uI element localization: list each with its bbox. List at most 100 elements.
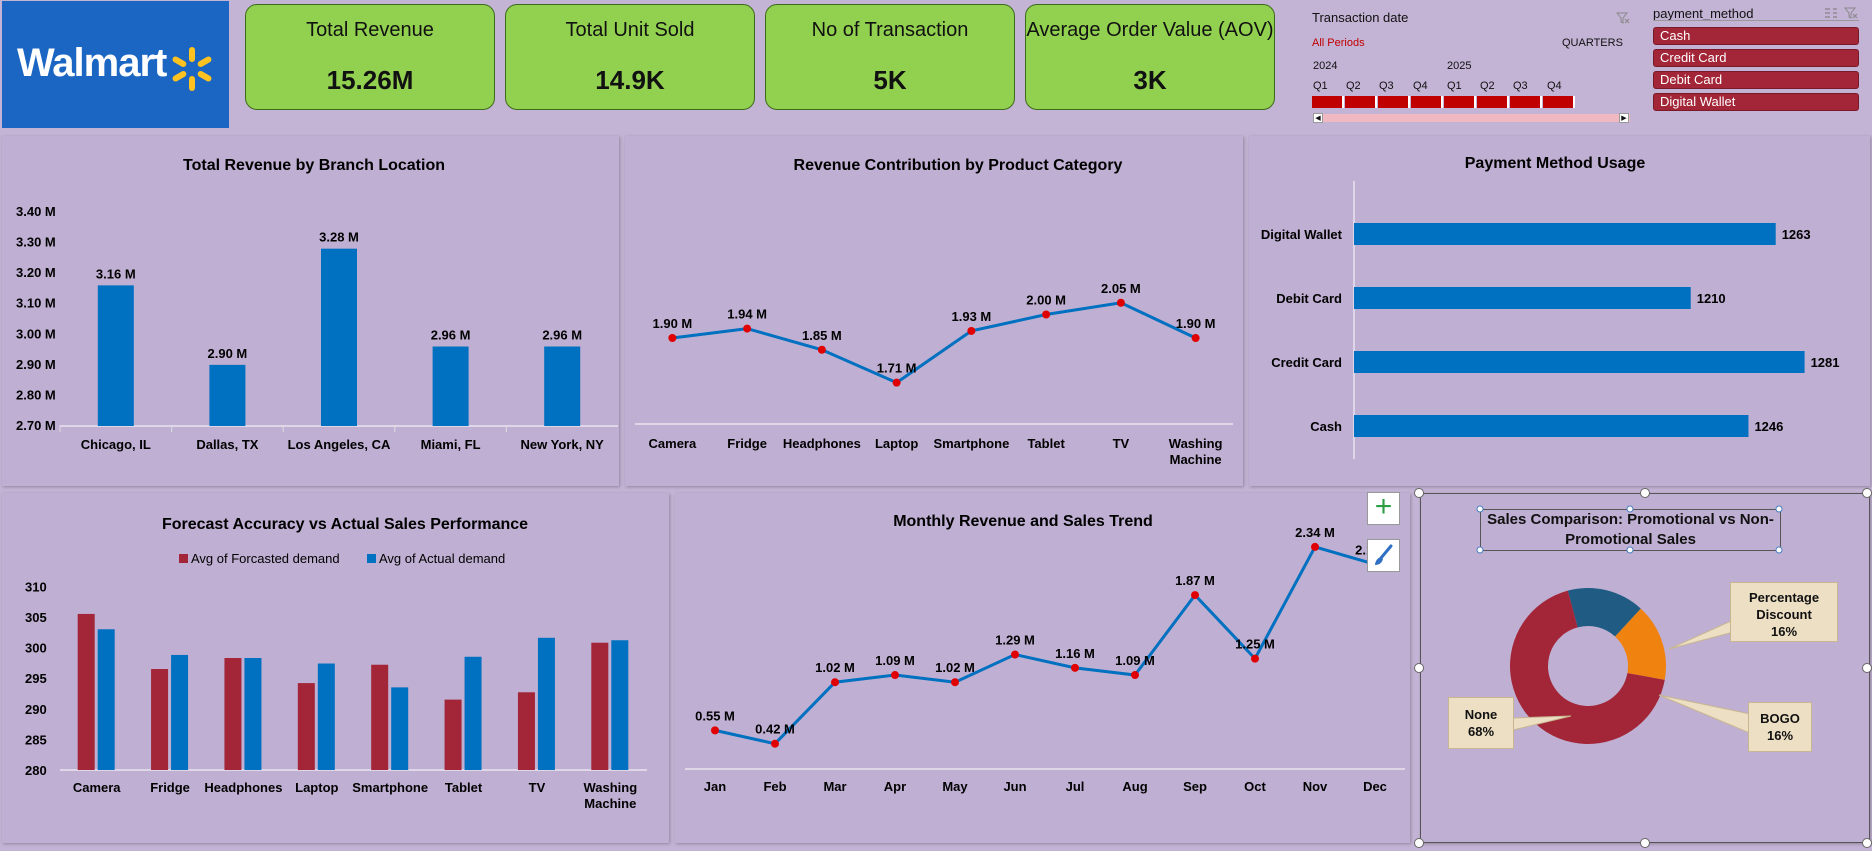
x-tick-label: Jan bbox=[704, 779, 726, 794]
timeline-segment[interactable] bbox=[1510, 96, 1542, 108]
title-handle bbox=[1775, 546, 1783, 554]
data-point bbox=[1071, 663, 1079, 672]
resize-handle[interactable] bbox=[1640, 488, 1650, 498]
timeline-segment[interactable] bbox=[1444, 96, 1476, 108]
data-point bbox=[711, 726, 719, 735]
promo-sales-panel[interactable]: Sales Comparison: Promotional vs Non-Pro… bbox=[1420, 493, 1870, 843]
timeline-segment[interactable] bbox=[1411, 96, 1443, 108]
slicer-item-credit-card[interactable]: Credit Card bbox=[1653, 49, 1859, 67]
data-label: 2.96 M bbox=[431, 328, 471, 343]
x-tick-label: Jun bbox=[1003, 779, 1026, 794]
y-tick-label: 3.40 M bbox=[16, 204, 56, 219]
timeline-quarter: Q2 bbox=[1346, 80, 1361, 92]
x-tick-label: Nov bbox=[1303, 779, 1328, 794]
spark-icon bbox=[172, 47, 212, 91]
chart-styles-button[interactable] bbox=[1367, 539, 1400, 572]
category-revenue-panel[interactable]: Revenue Contribution by Product Category… bbox=[625, 136, 1243, 486]
timeline-segment[interactable] bbox=[1378, 96, 1410, 108]
data-label: 1.90 M bbox=[1176, 316, 1216, 331]
y-tick-label: 3.30 M bbox=[16, 235, 56, 250]
bar-forecast bbox=[77, 613, 95, 770]
timeline-segment[interactable] bbox=[1543, 96, 1575, 108]
kpi-transactions: No of Transaction 5K bbox=[765, 4, 1015, 110]
timeline-quarter: Q1 bbox=[1313, 80, 1328, 92]
logo-text: Walmart bbox=[17, 41, 167, 85]
data-label: 1246 bbox=[1754, 419, 1783, 434]
callout-bogo: BOGO 16% bbox=[1748, 702, 1812, 752]
scroll-right-button[interactable]: ▶ bbox=[1619, 113, 1629, 123]
slicer-item-cash[interactable]: Cash bbox=[1653, 27, 1859, 45]
callout-none: None 68% bbox=[1448, 697, 1514, 749]
legend-swatch-actual bbox=[367, 554, 376, 563]
data-point bbox=[891, 671, 899, 680]
data-label: 1.29 M bbox=[995, 633, 1035, 648]
resize-handle[interactable] bbox=[1862, 663, 1872, 673]
y-tick-label: 2.90 M bbox=[16, 357, 56, 372]
bar-actual bbox=[611, 640, 629, 770]
bar-forecast bbox=[151, 669, 169, 770]
y-tick-label: Credit Card bbox=[1271, 355, 1342, 370]
x-tick-label: May bbox=[942, 779, 968, 794]
resize-handle[interactable] bbox=[1640, 838, 1650, 848]
x-tick-label: Camera bbox=[73, 780, 121, 795]
monthly-trend-chart: Monthly Revenue and Sales Trend 0.55 M Ja… bbox=[685, 513, 1405, 794]
y-tick-label: 285 bbox=[25, 732, 47, 747]
kpi-value: 14.9K bbox=[595, 65, 665, 95]
title-handle bbox=[1476, 505, 1484, 513]
bar-forecast bbox=[444, 699, 462, 770]
y-tick-label: 3.10 M bbox=[16, 296, 56, 311]
x-tick-label: Laptop bbox=[875, 436, 918, 451]
x-tick-label: Los Angeles, CA bbox=[288, 437, 391, 452]
resize-handle[interactable] bbox=[1862, 488, 1872, 498]
walmart-logo: Walmart bbox=[2, 1, 229, 128]
x-tick-label: Chicago, IL bbox=[81, 437, 151, 452]
bar bbox=[321, 248, 357, 426]
bar bbox=[1354, 415, 1749, 437]
data-label: 1263 bbox=[1782, 227, 1811, 242]
x-tick-label: Washing bbox=[1169, 436, 1223, 451]
timeline-title: Transaction date bbox=[1312, 10, 1409, 25]
y-tick-label: 290 bbox=[25, 702, 47, 717]
resize-handle[interactable] bbox=[1414, 838, 1424, 848]
clear-filter-icon[interactable] bbox=[1616, 12, 1630, 24]
timeline-segment[interactable] bbox=[1477, 96, 1509, 108]
data-label: 2.05 M bbox=[1101, 281, 1141, 296]
chart-title: Payment Method Usage bbox=[1465, 155, 1646, 172]
data-label: 3.16 M bbox=[96, 266, 136, 281]
x-tick-label: Washing bbox=[583, 780, 637, 795]
slicer-item-debit-card[interactable]: Debit Card bbox=[1653, 71, 1859, 89]
resize-handle[interactable] bbox=[1414, 488, 1424, 498]
callout-label: BOGO bbox=[1760, 711, 1800, 726]
timeline-scrollbar[interactable] bbox=[1313, 114, 1630, 122]
data-point bbox=[668, 334, 677, 342]
timeline-quarter: Q4 bbox=[1547, 80, 1562, 92]
timeline-level-dropdown[interactable]: QUARTERS bbox=[1562, 37, 1623, 49]
data-label: 1281 bbox=[1811, 355, 1840, 370]
multi-select-icon[interactable] bbox=[1824, 7, 1838, 19]
resize-handle[interactable] bbox=[1862, 838, 1872, 848]
timeline-segment[interactable] bbox=[1312, 96, 1344, 108]
add-chart-element-button[interactable]: + bbox=[1367, 492, 1400, 525]
slicer-title: payment_method bbox=[1653, 6, 1754, 21]
data-label: 2.90 M bbox=[208, 346, 248, 361]
data-label: 1.93 M bbox=[952, 309, 992, 324]
slicer-item-digital-wallet[interactable]: Digital Wallet bbox=[1653, 93, 1859, 111]
legend-swatch-forecast bbox=[179, 554, 188, 563]
x-tick-label: Headphones bbox=[204, 780, 282, 795]
monthly-trend-panel[interactable]: Monthly Revenue and Sales Trend 0.55 M Ja… bbox=[675, 493, 1410, 843]
y-tick-label: 310 bbox=[25, 579, 47, 594]
payment-usage-chart: Payment Method Usage Digital Wallet 1263 D… bbox=[1261, 155, 1840, 459]
scroll-left-button[interactable]: ◀ bbox=[1313, 113, 1323, 123]
legend-label-forecast: Avg of Forcasted demand bbox=[191, 551, 340, 566]
kpi-total-revenue: Total Revenue 15.26M bbox=[245, 4, 495, 110]
resize-handle[interactable] bbox=[1414, 663, 1424, 673]
clear-filter-icon[interactable] bbox=[1844, 7, 1858, 19]
data-label: 1.09 M bbox=[875, 653, 915, 668]
branch-revenue-panel[interactable]: Total Revenue by Branch Location 3.40 M 3… bbox=[2, 136, 619, 486]
bar bbox=[1354, 351, 1805, 373]
payment-usage-panel[interactable]: Payment Method Usage Digital Wallet 1263 D… bbox=[1249, 136, 1870, 486]
bar-actual bbox=[244, 658, 262, 770]
forecast-panel[interactable]: Forecast Accuracy vs Actual Sales Perfor… bbox=[2, 493, 669, 843]
timeline-segment[interactable] bbox=[1345, 96, 1377, 108]
bar-forecast bbox=[517, 692, 535, 770]
